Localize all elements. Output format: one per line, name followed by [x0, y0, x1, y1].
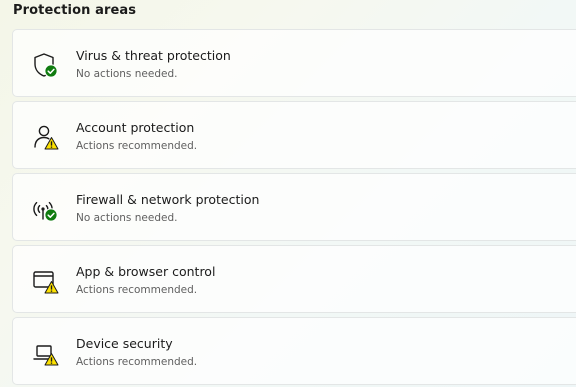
person-icon [31, 122, 61, 152]
area-status: Actions recommended. [76, 284, 198, 296]
area-title: Account protection [76, 120, 195, 135]
section-title: Protection areas [13, 3, 137, 18]
area-title: Device security [76, 336, 173, 351]
area-card-virus-threat[interactable]: Virus & threat protection No actions nee… [12, 29, 576, 97]
area-status: No actions needed. [76, 68, 178, 80]
protection-areas-page: Protection areas Virus & threat protecti… [0, 0, 576, 387]
laptop-icon [31, 338, 61, 368]
area-title: App & browser control [76, 264, 216, 279]
wifi-antenna-icon [31, 194, 61, 224]
area-card-device-security[interactable]: Device security Actions recommended. [12, 317, 576, 385]
area-card-app-browser[interactable]: App & browser control Actions recommende… [12, 245, 576, 313]
area-status: Actions recommended. [76, 140, 198, 152]
area-card-account[interactable]: Account protection Actions recommended. [12, 101, 576, 169]
shield-icon [31, 50, 61, 80]
area-title: Virus & threat protection [76, 48, 231, 63]
area-status: No actions needed. [76, 212, 178, 224]
area-card-firewall[interactable]: Firewall & network protection No actions… [12, 173, 576, 241]
area-title: Firewall & network protection [76, 192, 260, 207]
area-status: Actions recommended. [76, 356, 198, 368]
browser-window-icon [31, 266, 61, 296]
